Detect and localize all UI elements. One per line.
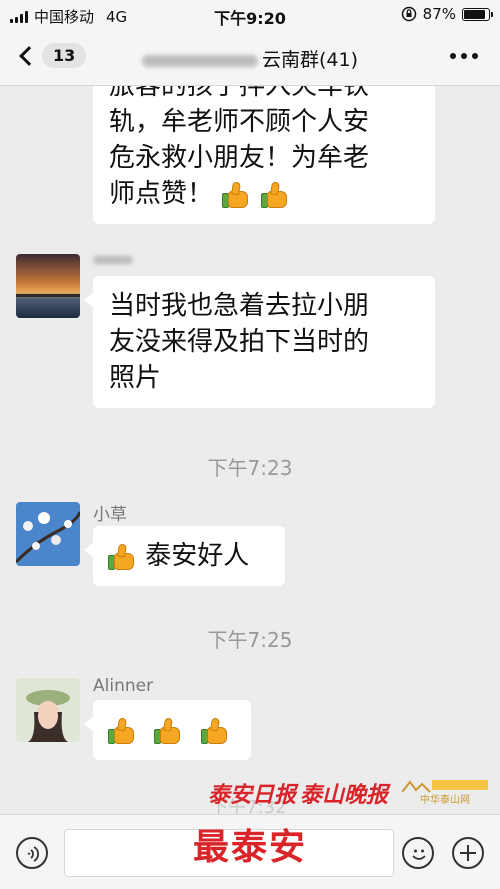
- thumbs-up-icon: [107, 542, 137, 572]
- message-line: 轨，牟老师不顾个人安: [109, 107, 370, 137]
- emoji-button[interactable]: [402, 837, 434, 869]
- emoji-icon: [412, 849, 426, 860]
- sender-name-obscured: [93, 256, 133, 264]
- message-line: 师点赞！: [109, 179, 214, 209]
- message-bubble[interactable]: 旅客的孩子拌入火车铁 轨，牟老师不顾个人安 危永救小朋友！为牟老 师点赞！: [93, 86, 435, 224]
- voice-icon: [27, 846, 40, 862]
- nav-bar: 13 云南群(41): [0, 30, 500, 86]
- voice-button[interactable]: [16, 837, 48, 869]
- message-line: 当时我也急着去拉小朋: [109, 291, 370, 321]
- plus-button[interactable]: [452, 837, 484, 869]
- avatar[interactable]: [16, 678, 80, 742]
- message-bubble[interactable]: [84, 700, 251, 760]
- battery-fill: [464, 9, 485, 19]
- orientation-lock-icon: [401, 6, 416, 22]
- time-divider: 下午7:23: [207, 456, 293, 480]
- message-line: 照片: [109, 363, 162, 393]
- chat-area[interactable]: 旅客的孩子拌入火车铁 轨，牟老师不顾个人安 危永救小朋友！为牟老 师点赞！ 当时…: [0, 86, 500, 814]
- more-button[interactable]: [450, 53, 478, 59]
- chat-title-text: 云南群(41): [261, 49, 358, 71]
- thumbs-up-icon: [221, 180, 251, 210]
- battery-icon: [462, 7, 493, 21]
- thumbs-up-icon: [153, 716, 183, 746]
- message-line-last: 师点赞！: [109, 176, 419, 212]
- status-bar: 中国移动 4G 下午9:20 87%: [0, 0, 500, 30]
- status-right: 87%: [401, 5, 493, 23]
- message-bubble[interactable]: 泰安好人: [84, 526, 285, 586]
- more-icon: [450, 53, 456, 59]
- thumbs-up-icon: [260, 180, 290, 210]
- obscured-title: [141, 54, 258, 67]
- time-divider: 下午7:25: [207, 628, 293, 652]
- input-bar: [0, 814, 500, 889]
- message-line: 危永救小朋友！为牟老: [109, 143, 370, 173]
- chat-title: 云南群(41): [0, 45, 500, 72]
- message-line: 友没来得及拍下当时的: [109, 327, 370, 357]
- thumbs-up-icon: [107, 716, 137, 746]
- message-text: 泰安好人: [145, 541, 250, 571]
- sender-name: Alinner: [93, 676, 154, 696]
- avatar[interactable]: [16, 502, 80, 566]
- message-line: 旅客的孩子拌入火车铁: [109, 86, 370, 101]
- battery-percent: 87%: [422, 5, 456, 23]
- thumbs-up-icon: [200, 716, 230, 746]
- message-input[interactable]: [64, 829, 394, 877]
- avatar[interactable]: [16, 254, 80, 318]
- message-bubble[interactable]: 当时我也急着去拉小朋 友没来得及拍下当时的 照片: [84, 276, 435, 408]
- sender-name: 小草: [93, 505, 127, 525]
